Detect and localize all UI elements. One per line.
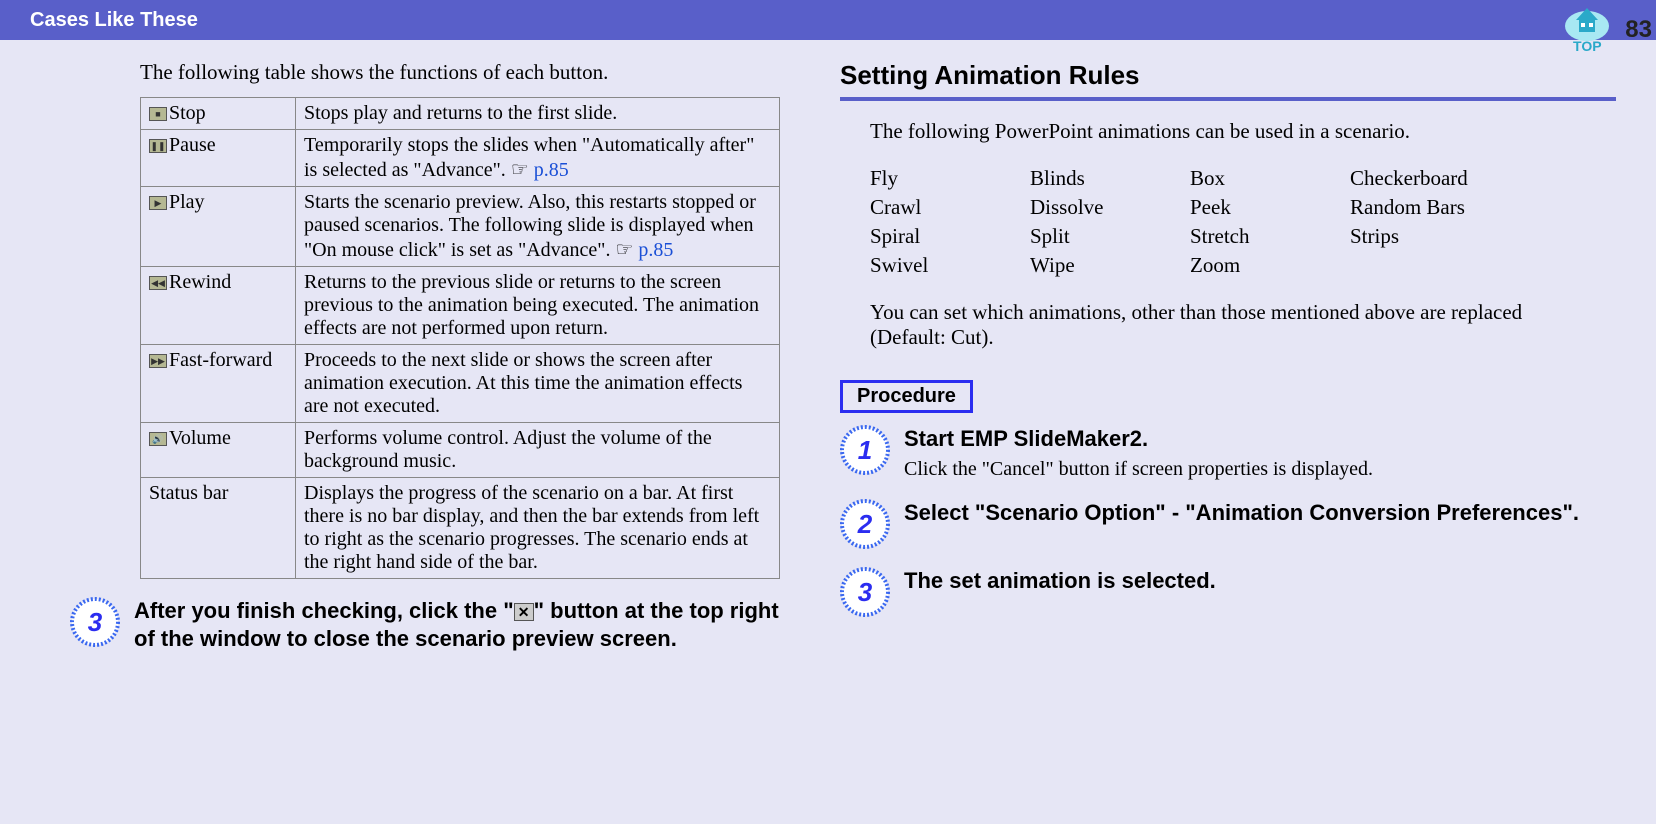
row-desc: Proceeds to the next slide or shows the … (296, 345, 780, 423)
page-link[interactable]: p.85 (534, 159, 569, 181)
row-desc: Returns to the previous slide or returns… (296, 267, 780, 345)
anim-item: Checkerboard (1350, 164, 1550, 193)
anim-item: Wipe (1030, 251, 1190, 280)
anim-item: Crawl (870, 193, 1030, 222)
anim-item: Dissolve (1030, 193, 1190, 222)
table-row: ■Stop Stops play and returns to the first… (141, 98, 780, 130)
table-row: ▶Play Starts the scenario preview. Also, … (141, 187, 780, 267)
row-desc: Performs volume control. Adjust the volu… (296, 423, 780, 478)
step-title: The set animation is selected. (904, 567, 1216, 596)
header-title: Cases Like These (30, 9, 198, 32)
left-step-3: 3 After you finish checking, click the "… (70, 597, 780, 652)
row-label: Pause (169, 134, 216, 156)
right-step-1: 1 Start EMP SlideMaker2. Click the "Canc… (840, 425, 1616, 481)
row-label: Stop (169, 102, 206, 124)
table-row: 🔊Volume Performs volume control. Adjust t… (141, 423, 780, 478)
page-link[interactable]: p.85 (638, 239, 673, 261)
right-note: You can set which animations, other than… (870, 300, 1570, 350)
step-title: Start EMP SlideMaker2. (904, 425, 1373, 454)
hand-icon: ☞ (615, 239, 638, 261)
anim-item: Split (1030, 222, 1190, 251)
page-number: 83 (1625, 16, 1652, 44)
right-step-3: 3 The set animation is selected. (840, 567, 1616, 617)
row-label: Play (169, 191, 205, 213)
step-3-text: After you finish checking, click the "✕"… (134, 597, 780, 652)
page-header: Cases Like These TOP 83 (0, 0, 1656, 40)
table-row: ▶▶Fast-forward Proceeds to the next slide… (141, 345, 780, 423)
anim-item: Box (1190, 164, 1350, 193)
anim-item: Peek (1190, 193, 1350, 222)
section-title: Setting Animation Rules (840, 60, 1616, 91)
row-desc: Stops play and returns to the first slid… (296, 98, 780, 130)
step-subtext: Click the "Cancel" button if screen prop… (904, 458, 1373, 481)
step-number-badge-1: 1 (840, 425, 890, 475)
close-icon: ✕ (514, 603, 534, 621)
right-column: Setting Animation Rules The following Po… (840, 60, 1616, 652)
step-number-badge-3r: 3 (840, 567, 890, 617)
anim-item: Stretch (1190, 222, 1350, 251)
section-underline (840, 97, 1616, 101)
anim-item: Zoom (1190, 251, 1350, 280)
content-area: The following table shows the functions … (0, 40, 1656, 672)
step-number-badge-2: 2 (840, 499, 890, 549)
table-row: ◀◀Rewind Returns to the previous slide or… (141, 267, 780, 345)
anim-item: Strips (1350, 222, 1550, 251)
volume-icon: 🔊 (149, 432, 167, 446)
header-right-group: TOP 83 (1557, 0, 1656, 60)
fast-forward-icon: ▶▶ (149, 354, 167, 368)
svg-text:3: 3 (858, 577, 873, 607)
table-row: ❚❚Pause Temporarily stops the slides when… (141, 130, 780, 187)
row-desc: Starts the scenario preview. Also, this … (296, 187, 780, 267)
right-intro: The following PowerPoint animations can … (870, 119, 1590, 144)
stop-icon: ■ (149, 107, 167, 121)
left-column: The following table shows the functions … (140, 60, 780, 652)
row-desc: Temporarily stops the slides when "Autom… (296, 130, 780, 187)
hand-icon: ☞ (511, 159, 534, 181)
top-home-button[interactable]: TOP (1557, 0, 1617, 60)
svg-text:1: 1 (858, 435, 872, 465)
procedure-label: Procedure (840, 380, 973, 413)
svg-text:2: 2 (857, 509, 873, 539)
svg-text:3: 3 (88, 607, 103, 637)
anim-item (1350, 251, 1550, 280)
row-label: Fast-forward (169, 349, 272, 371)
step-number-badge-3: 3 (70, 597, 120, 647)
anim-item: Blinds (1030, 164, 1190, 193)
animation-grid: Fly Blinds Box Checkerboard Crawl Dissol… (870, 164, 1616, 280)
row-label: Status bar (149, 482, 228, 504)
pause-icon: ❚❚ (149, 139, 167, 153)
rewind-icon: ◀◀ (149, 276, 167, 290)
row-label: Volume (169, 427, 231, 449)
table-row: Status bar Displays the progress of the s… (141, 478, 780, 579)
button-function-table: ■Stop Stops play and returns to the first… (140, 97, 780, 579)
table-intro: The following table shows the functions … (140, 60, 780, 85)
anim-item: Random Bars (1350, 193, 1550, 222)
top-label: TOP (1573, 38, 1602, 54)
row-label: Rewind (169, 271, 231, 293)
right-step-2: 2 Select "Scenario Option" - "Animation … (840, 499, 1616, 549)
anim-item: Fly (870, 164, 1030, 193)
step-title: Select "Scenario Option" - "Animation Co… (904, 499, 1579, 528)
anim-item: Swivel (870, 251, 1030, 280)
play-icon: ▶ (149, 196, 167, 210)
anim-item: Spiral (870, 222, 1030, 251)
row-desc: Displays the progress of the scenario on… (296, 478, 780, 579)
